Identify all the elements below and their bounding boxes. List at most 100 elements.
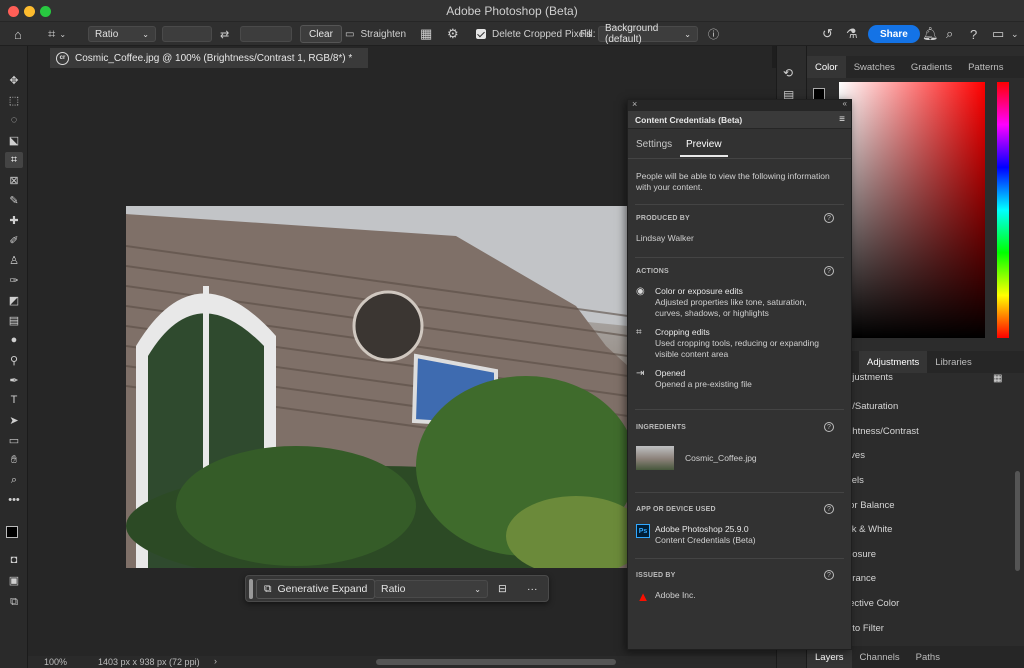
generative-expand-button[interactable]: ⧉ Generative Expand [256,579,376,599]
quick-mask-icon[interactable]: ◘ [5,552,23,568]
marquee-tool-icon[interactable]: ⬚ [5,92,23,108]
adjustments-scrollbar[interactable] [1015,471,1020,571]
house-photo-graphic [126,206,628,568]
help-icon[interactable]: ? [824,570,834,580]
swap-icon[interactable]: ⇄ [220,22,229,46]
credentials-tabs: Settings Preview [628,129,851,159]
straighten-icon[interactable]: ⊟ [498,579,507,599]
horizontal-scrollbar[interactable] [376,659,616,665]
help-icon[interactable]: ? [824,422,834,432]
hue-slider[interactable] [997,82,1009,338]
help-icon[interactable]: ? [824,504,834,514]
workspace-icon[interactable]: ▭ [992,22,1004,46]
tab-swatches[interactable]: Swatches [846,56,903,78]
eyedropper-tool-icon[interactable]: ✎ [5,192,23,208]
ratio-height-input[interactable] [240,26,292,42]
history-brush-tool-icon[interactable]: ✑ [5,272,23,288]
bell-icon[interactable]: 🔔︎ [922,22,939,46]
zoom-tool-icon[interactable]: ⌕ [5,472,23,488]
adjustment-item[interactable]: e/Saturation [847,401,898,412]
workspace-chevron-icon[interactable]: ⌄ [1011,22,1019,46]
color-picker-field[interactable] [839,82,985,338]
screen-mode-icon[interactable]: ▣ [5,572,23,588]
type-tool-icon[interactable]: T [5,392,23,408]
overlay-grid-icon[interactable]: ▦ [420,22,432,46]
rectangle-tool-icon[interactable]: ▭ [5,432,23,448]
tab-adjustments[interactable]: Adjustments [859,351,928,373]
collapse-panel-icon[interactable]: « [843,99,847,108]
zoom-level[interactable]: 100% [44,657,67,667]
ingredient-thumbnail[interactable] [636,446,674,470]
content-credentials-icon: cr [56,51,69,65]
document-tab[interactable]: cr Cosmic_Coffee.jpg @ 100% (Brightness/… [50,48,368,68]
gradient-tool-icon[interactable]: ▤ [5,312,23,328]
tab-color[interactable]: Color [807,56,846,78]
more-options-button[interactable]: ··· [527,579,538,599]
help-icon[interactable]: ? [970,22,977,46]
delete-cropped-checkbox[interactable]: Delete Cropped Pixels [476,22,592,46]
pen-tool-icon[interactable]: ✒ [5,372,23,388]
gear-icon[interactable]: ⚙ [447,22,459,46]
tab-preview[interactable]: Preview [680,139,728,157]
hand-tool-icon[interactable]: ✋︎ [5,452,23,468]
ratio-width-input[interactable] [162,26,212,42]
tab-channels[interactable]: Channels [852,646,908,668]
foreground-color-swatch[interactable] [6,526,18,538]
home-icon[interactable]: ⌂ [14,22,22,46]
share-button[interactable]: Share [868,25,920,43]
help-icon[interactable]: ? [824,213,834,223]
object-selection-tool-icon[interactable]: ⬕ [5,132,23,148]
lasso-tool-icon[interactable]: ◌ [5,112,23,128]
beta-flask-icon[interactable]: ⚗ [846,22,858,46]
move-tool-icon[interactable]: ✥ [5,72,23,88]
adjustment-item[interactable]: ck & White [847,524,892,535]
clone-stamp-tool-icon[interactable]: ♙ [5,252,23,268]
adjustment-item[interactable]: lective Color [847,598,899,609]
adjustment-item[interactable]: ghtness/Contrast [847,426,919,437]
straighten-button[interactable]: ▭ Straighten [345,22,406,46]
crop-tool-icon[interactable]: ⌗ [5,152,23,168]
adjustment-item[interactable]: djustments [847,372,893,383]
contextual-task-bar: ⧉ Generative Expand Ratio ⌄ ⊟ ··· [245,575,549,602]
intro-text: People will be able to view the followin… [636,171,830,192]
close-panel-icon[interactable]: × [632,99,637,109]
crop-tool-icon[interactable]: ⌗ ⌄ [48,22,66,46]
adjustments-view-icon[interactable]: ▦ [993,373,1002,384]
issuer-name: Adobe Inc. [655,590,696,600]
frame-tool-icon[interactable]: ⊠ [5,172,23,188]
help-icon[interactable]: ? [824,266,834,276]
more-tools-icon[interactable]: ••• [5,492,23,508]
undo-icon[interactable]: ↺ [822,22,833,46]
tab-paths[interactable]: Paths [908,646,948,668]
fill-value: Background (default) [605,23,659,45]
dodge-tool-icon[interactable]: ⚲ [5,352,23,368]
straighten-icon: ▭ [345,28,355,40]
generative-expand-icon: ⧉ [264,582,272,595]
tab-libraries[interactable]: Libraries [927,351,979,373]
fill-select[interactable]: Background (default) ⌄ [598,23,698,45]
panel-menu-icon[interactable]: ≡ [839,114,845,125]
clear-button[interactable]: Clear [300,25,342,43]
context-ratio-select[interactable]: Ratio ⌄ [374,580,488,598]
drag-handle[interactable] [249,579,253,599]
history-icon[interactable]: ⟲ [783,66,793,80]
tab-patterns[interactable]: Patterns [960,56,1011,78]
color-panel-tabs: Color Swatches Gradients Patterns [807,56,1024,78]
path-selection-tool-icon[interactable]: ➤ [5,412,23,428]
photoshop-app-icon: Ps [636,524,650,538]
tab-settings[interactable]: Settings [636,139,672,150]
blur-tool-icon[interactable]: ● [5,332,23,348]
search-icon[interactable]: ⌕ [946,22,953,46]
section-label: INGREDIENTS [636,424,687,431]
info-icon[interactable]: ⓘ [708,22,719,46]
adjustment-item[interactable]: oto Filter [847,623,884,634]
brush-tool-icon[interactable]: ✐ [5,232,23,248]
tab-gradients[interactable]: Gradients [903,56,960,78]
healing-brush-tool-icon[interactable]: ✚ [5,212,23,228]
eraser-tool-icon[interactable]: ◩ [5,292,23,308]
crop-ratio-select[interactable]: Ratio ⌄ [88,26,156,42]
status-chevron-icon[interactable]: › [214,656,217,666]
adjustment-item[interactable]: lor Balance [847,500,895,511]
generative-icon[interactable]: ⧉ [5,594,23,610]
document-image[interactable] [126,206,628,568]
